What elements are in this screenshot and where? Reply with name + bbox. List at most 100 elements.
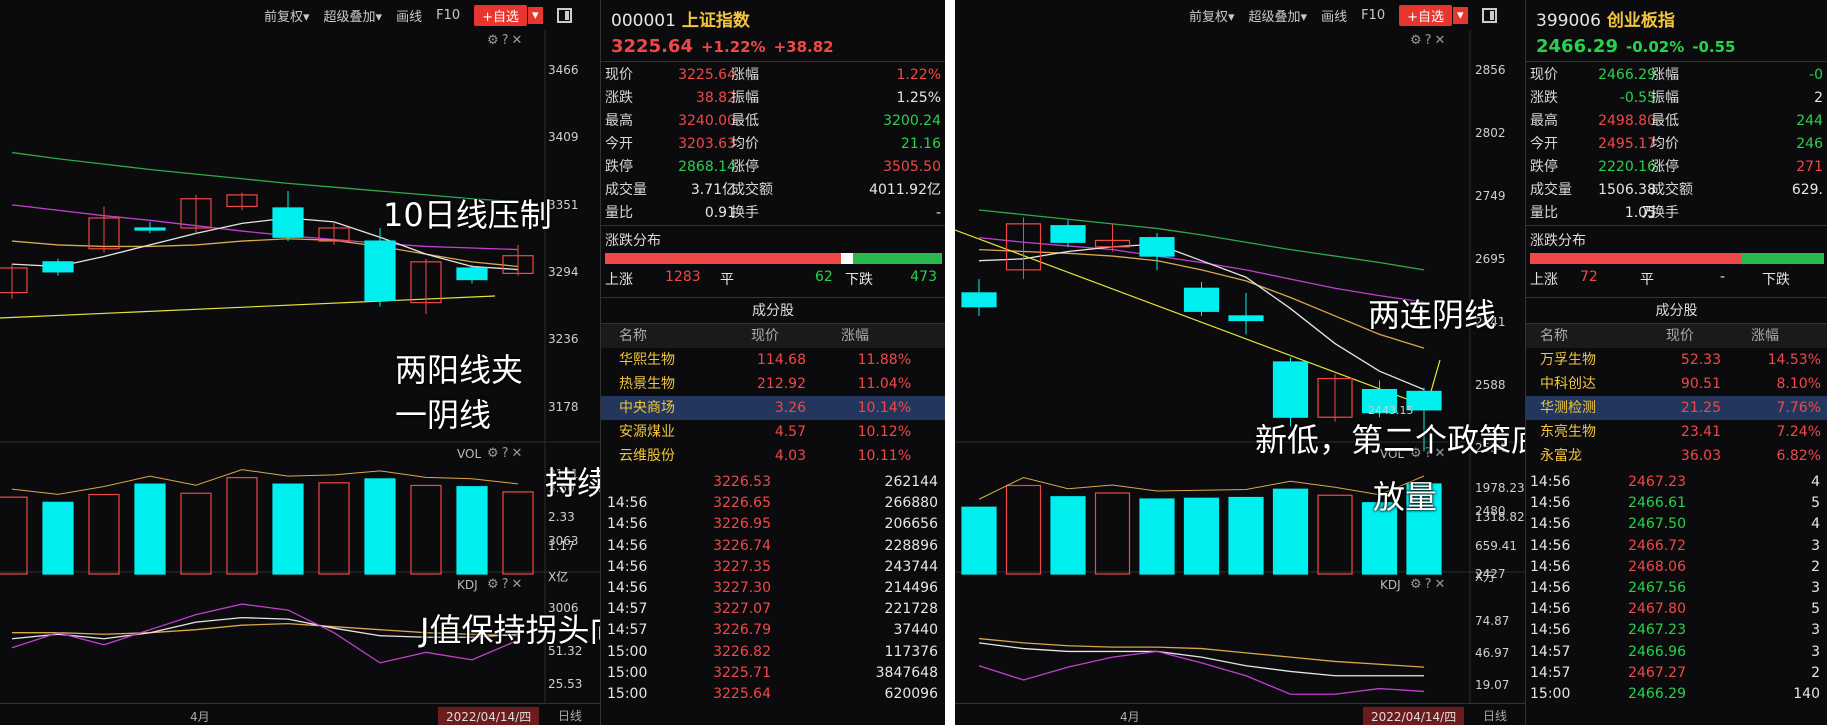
vol-panel-icons[interactable]: ⚙?✕: [487, 446, 525, 461]
grid-label: 现价: [605, 67, 633, 83]
stock-name: 万孚生物: [1540, 352, 1596, 368]
tick-volume: 3: [1811, 537, 1820, 554]
component-row[interactable]: 永富龙 36.03 6.82%: [1526, 444, 1827, 468]
grid-label: 均价: [731, 136, 759, 152]
volume-bar[interactable]: [410, 484, 442, 575]
down-label: 下跌: [845, 272, 873, 288]
tick-time: 15:00: [607, 664, 648, 681]
stock-name: 中科创达: [1540, 376, 1596, 392]
tick-price: 2466.29: [1628, 685, 1686, 702]
component-row[interactable]: 中科创达 90.51 8.10%: [1526, 372, 1827, 396]
candle-body[interactable]: [272, 207, 304, 238]
tick-volume: 3: [1811, 579, 1820, 596]
component-row[interactable]: 热景生物 212.92 11.04%: [601, 372, 945, 396]
vol-axis-tick: 659.41: [1475, 539, 1517, 553]
right-kline-chart[interactable]: [955, 0, 1525, 725]
tick-row: 14:56 2468.06 2: [1526, 557, 1827, 578]
stock-name: 中央商场: [619, 400, 675, 416]
up-bar: [1530, 253, 1742, 264]
grid-label: 成交额: [1651, 182, 1693, 198]
tick-volume: 214496: [884, 579, 938, 596]
volume-bar[interactable]: [0, 496, 28, 575]
volume-bar[interactable]: [1272, 488, 1309, 575]
tick-row: 15:00 3225.71 3847648: [601, 663, 945, 684]
kdj-panel-icons[interactable]: ⚙?✕: [1410, 577, 1448, 592]
up-label: 上涨: [605, 272, 633, 288]
tick-price: 3226.79: [713, 622, 771, 639]
component-row[interactable]: 中央商场 3.26 10.14%: [601, 396, 945, 420]
tick-time: 14:56: [1530, 537, 1571, 554]
tick-price: 3226.65: [713, 495, 771, 512]
volume-bar[interactable]: [226, 477, 258, 575]
grid-label: 跌停: [605, 159, 633, 175]
candle-body[interactable]: [1050, 225, 1086, 243]
candle-body[interactable]: [134, 227, 166, 231]
kdj-panel-icons[interactable]: ⚙?✕: [487, 577, 525, 592]
tick-row: 14:56 2466.72 3: [1526, 536, 1827, 557]
grid-value: 1.22%: [896, 67, 941, 83]
candle-body[interactable]: [1228, 315, 1264, 322]
volume-bar[interactable]: [1005, 484, 1042, 575]
tick-time: 14:56: [607, 558, 648, 575]
candle-body[interactable]: [456, 267, 488, 281]
grid-value: 246: [1796, 136, 1823, 152]
volume-bar[interactable]: [318, 482, 350, 575]
volume-bar[interactable]: [180, 492, 212, 575]
tick-price: 2468.06: [1628, 558, 1686, 575]
tick-volume: 620096: [884, 685, 938, 702]
grid-label: 涨幅: [731, 67, 759, 83]
tick-row: 14:56 2466.61 5: [1526, 493, 1827, 514]
volume-bar[interactable]: [272, 483, 304, 575]
volume-bar[interactable]: [1050, 496, 1086, 575]
change-amount: +38.82: [773, 38, 834, 56]
volume-bar[interactable]: [364, 478, 396, 575]
period-button[interactable]: 日线: [558, 707, 582, 724]
date-label: 2022/04/14/四: [1363, 707, 1465, 725]
updown-distribution: 涨跌分布 上涨 1283 平 62 下跌 473: [601, 226, 945, 298]
grid-value: 2868.14: [678, 159, 736, 175]
up-count: 1283: [665, 269, 701, 285]
tick-price: 2466.96: [1628, 643, 1686, 660]
tick-price: 3226.95: [713, 516, 771, 533]
stock-name: 云维股份: [619, 448, 675, 464]
candle-body[interactable]: [1272, 361, 1309, 418]
candle-body[interactable]: [1139, 237, 1175, 257]
grid-value: 38.82: [695, 90, 736, 106]
stock-change: 14.53%: [1767, 352, 1821, 368]
candle-body[interactable]: [961, 292, 997, 308]
volume-bar[interactable]: [961, 506, 997, 575]
change-percent: -0.02%: [1625, 38, 1685, 56]
volume-bar[interactable]: [88, 493, 120, 575]
grid-label: 现价: [1530, 67, 1558, 83]
component-row[interactable]: 华熙生物 114.68 11.88%: [601, 348, 945, 372]
grid-value: 1.25%: [896, 90, 941, 106]
candle-body[interactable]: [42, 261, 74, 273]
volume-bar[interactable]: [1317, 494, 1353, 575]
component-row[interactable]: 云维股份 4.03 10.11%: [601, 444, 945, 468]
down-label: 下跌: [1762, 272, 1790, 288]
period-button[interactable]: 日线: [1483, 707, 1507, 724]
volume-bar[interactable]: [42, 501, 74, 575]
up-label: 上涨: [1530, 272, 1558, 288]
volume-bar[interactable]: [1094, 492, 1131, 575]
candle-body[interactable]: [0, 267, 28, 294]
tick-time: 14:56: [1530, 516, 1571, 533]
volume-bar[interactable]: [134, 483, 166, 575]
price-panel-icons[interactable]: ⚙?✕: [1410, 33, 1448, 48]
component-row[interactable]: 安源煤业 4.57 10.12%: [601, 420, 945, 444]
down-count: 473: [910, 269, 937, 285]
candle-body[interactable]: [364, 240, 396, 301]
component-row[interactable]: 万孚生物 52.33 14.53%: [1526, 348, 1827, 372]
volume-bar[interactable]: [1183, 497, 1220, 575]
component-row[interactable]: 华测检测 21.25 7.76%: [1526, 396, 1827, 420]
volume-bar[interactable]: [1228, 496, 1264, 575]
grid-label: 量比: [605, 205, 633, 221]
component-row[interactable]: 东亮生物 23.41 7.24%: [1526, 420, 1827, 444]
volume-bar[interactable]: [456, 486, 488, 575]
kdj-axis-tick: 25.53: [548, 677, 583, 691]
volume-bar[interactable]: [502, 491, 534, 575]
candle-body[interactable]: [1183, 287, 1220, 312]
volume-bar[interactable]: [1139, 498, 1175, 575]
tick-volume: 2: [1811, 664, 1820, 681]
price-panel-icons[interactable]: ⚙?✕: [487, 33, 525, 48]
